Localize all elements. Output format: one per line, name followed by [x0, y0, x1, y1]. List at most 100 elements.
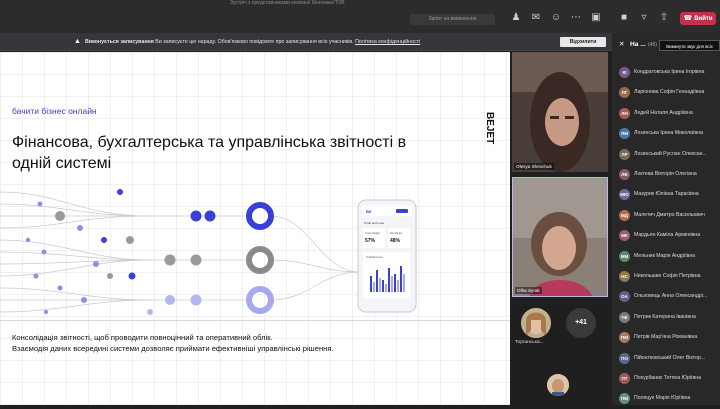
slide-kicker: бачити бізнес онлайн	[12, 106, 97, 116]
share-icon[interactable]: ▣	[588, 10, 604, 26]
participant-name: Торганська...	[515, 340, 544, 345]
chat-icon[interactable]: ✉	[528, 10, 544, 26]
avatar: МД	[619, 209, 630, 221]
slide-divider	[0, 320, 510, 321]
close-icon[interactable]: ✕	[619, 33, 625, 57]
gross-margin-label: Gross Margin	[365, 232, 381, 235]
participant-row[interactable]: ЛМ Лозинська Ірина Миколаївна	[612, 124, 720, 144]
avatar: ПМ	[619, 393, 630, 405]
participant-row[interactable]: ЛН Ледей Наталя Андріївна	[612, 104, 720, 124]
participant-row[interactable]: МД Малетич Дмитро Васильович	[612, 206, 720, 226]
participant-row[interactable]: ЛР Лозинський Руслан Олексан...	[612, 145, 720, 165]
participant-count: (45)	[648, 42, 657, 48]
participant-name: Поляцук Марія Юріївна	[634, 395, 691, 402]
participant-avatar[interactable]	[547, 374, 569, 396]
recording-banner: ▲ Виконується записування Ви записуєте ц…	[0, 33, 612, 51]
caption-line-2: Взаємодія даних всередині системи дозвол…	[12, 344, 334, 353]
avatar: ОА	[619, 291, 630, 303]
recording-message: Ви записуєте цю нараду. Обов'язково пові…	[155, 39, 354, 45]
dismiss-button[interactable]: Відхилити	[560, 37, 606, 47]
meeting-toolbar: Зустріч з представниками компанії Монома…	[0, 0, 720, 33]
leave-label: Вийти	[694, 16, 713, 22]
shared-slide: бачити бізнес онлайн Фінансова, бухгалте…	[0, 52, 510, 405]
avatar: ЛВ	[619, 169, 630, 180]
mic-icon[interactable]: ▿	[636, 10, 652, 26]
slide-caption: Консолідація звітності, щоб проводити по…	[12, 332, 492, 354]
mute-all-tooltip[interactable]: Вимкнути звук для всіх	[659, 40, 720, 51]
data-flow-graphic: BE Profit and Loss Gross Margin 57% Net …	[0, 189, 417, 315]
slide-headline: Фінансова, бухгалтерська та управлінська…	[12, 134, 407, 172]
privacy-link[interactable]: Політика конфіденційності	[355, 39, 420, 45]
participant-row[interactable]: МК Мардьян Каміла Арменівна	[612, 226, 720, 246]
avatar: ММ	[619, 250, 630, 262]
avatar: ЛГ	[619, 87, 630, 99]
recording-title: Виконується записування	[85, 39, 154, 45]
meeting-title: Зустріч з представниками компанії Монома…	[230, 0, 345, 6]
video-tile[interactable]: Olesya Shevchuk	[512, 52, 608, 172]
avatar: НС	[619, 271, 630, 282]
participant-name: Петрик Катерина Іванівна	[634, 313, 696, 320]
participant-name: Похурбаник Тетяна Юріївна	[634, 375, 701, 381]
video-tile-active[interactable]: Olha Syrak	[512, 177, 608, 297]
avatar: ПО	[619, 352, 630, 364]
participant-row[interactable]: ЛВ Локтева Вікторія Олегівна	[612, 165, 720, 185]
participants-panel: ✕ На ... (45) Вимкнути звук для всіх КІ К…	[612, 33, 720, 405]
net-margin-value: 48%	[390, 238, 401, 244]
participant-name: Olha Syrak	[515, 287, 542, 294]
avatar: ПМ	[619, 332, 630, 344]
participant-row[interactable]: ПК Петрик Катерина Іванівна	[612, 308, 720, 328]
avatar: МК	[619, 230, 630, 242]
participant-name: Никольшин Софія Петрівна	[634, 273, 701, 279]
participant-avatar[interactable]	[521, 308, 551, 338]
participant-row[interactable]: ОА Ольховець Анна Олександрі...	[612, 287, 720, 307]
participant-name: Мазурик Юліана Тарасівна	[634, 191, 699, 198]
avatar: ПК	[619, 311, 630, 323]
participant-video	[512, 52, 608, 172]
avatar: МЮ	[619, 189, 630, 201]
participant-name: Лозинська Ірина Миколаївна	[634, 130, 703, 137]
avatar: ЛР	[619, 148, 630, 160]
participant-name: Ольховець Анна Олександрі...	[634, 293, 708, 300]
participant-row[interactable]: ПО Пійонтковський Олег Віктор...	[612, 349, 720, 369]
participant-name: Мельник Марія Андріївна	[634, 252, 696, 259]
recording-text: Виконується записування Ви записуєте цю …	[85, 33, 420, 51]
more-participants-button[interactable]: +41	[566, 308, 596, 338]
join-hint: Запит на ввімкнення	[410, 14, 495, 25]
participant-name: Ледей Наталя Андріївна	[634, 109, 693, 116]
participant-row[interactable]: НС Никольшин Софія Петрівна	[612, 267, 720, 287]
phone-chart-label: Total Revenue	[366, 255, 383, 259]
participant-name: Пійонтковський Олег Віктор...	[634, 354, 706, 361]
participant-row[interactable]: ММ Мельник Марія Андріївна	[612, 247, 720, 267]
participant-row[interactable]: ПТ Похурбаник Тетяна Юріївна	[612, 369, 720, 389]
phone-icon: ☎	[683, 15, 693, 22]
share-screen-icon[interactable]: ⇧	[656, 10, 672, 26]
brand-logo: BEJET	[484, 112, 494, 144]
participant-row[interactable]: ЛГ Ларіонова Софія Геннадіївна	[612, 83, 720, 103]
more-icon[interactable]: ⋯	[568, 10, 584, 26]
gross-margin-value: 57%	[365, 238, 376, 244]
participant-name: Ларіонова Софія Геннадіївна	[634, 89, 705, 96]
participant-video	[513, 178, 607, 296]
participant-row[interactable]: МЮ Мазурик Юліана Тарасівна	[612, 185, 720, 205]
people-icon[interactable]: ♟	[508, 10, 524, 26]
brand-text: BEJET	[484, 112, 494, 144]
avatar: ЛМ	[619, 128, 630, 140]
participant-name: Малетич Дмитро Васильович	[634, 211, 705, 218]
participant-name: Мардьян Каміла Арменівна	[634, 232, 701, 239]
net-margin-label: Net Margin	[390, 232, 403, 235]
participant-row[interactable]: КІ Кондратовська Ірина Ігорівна	[612, 63, 720, 83]
phone-logo: BE	[366, 209, 372, 214]
avatar: ПТ	[619, 373, 630, 384]
participant-name: Лозинський Руслан Олексан...	[634, 150, 707, 157]
participant-name: Olesya Shevchuk	[514, 163, 554, 170]
avatar: КІ	[619, 67, 630, 78]
participant-row[interactable]: ПМ Поляцук Марія Юріївна	[612, 389, 720, 409]
participant-name: Локтева Вікторія Олегівна	[634, 171, 697, 177]
camera-off-icon[interactable]: ■	[616, 10, 632, 26]
participant-name: Кондратовська Ірина Ігорівна	[634, 69, 705, 75]
reaction-icon[interactable]: ☺	[548, 10, 564, 26]
participant-row[interactable]: ПМ Петрів Мар'яна Романівна	[612, 328, 720, 348]
phone-section: Profit and Loss	[364, 221, 385, 225]
participant-name: Петрів Мар'яна Романівна	[634, 334, 698, 341]
leave-button[interactable]: ☎ Вийти	[680, 12, 716, 25]
